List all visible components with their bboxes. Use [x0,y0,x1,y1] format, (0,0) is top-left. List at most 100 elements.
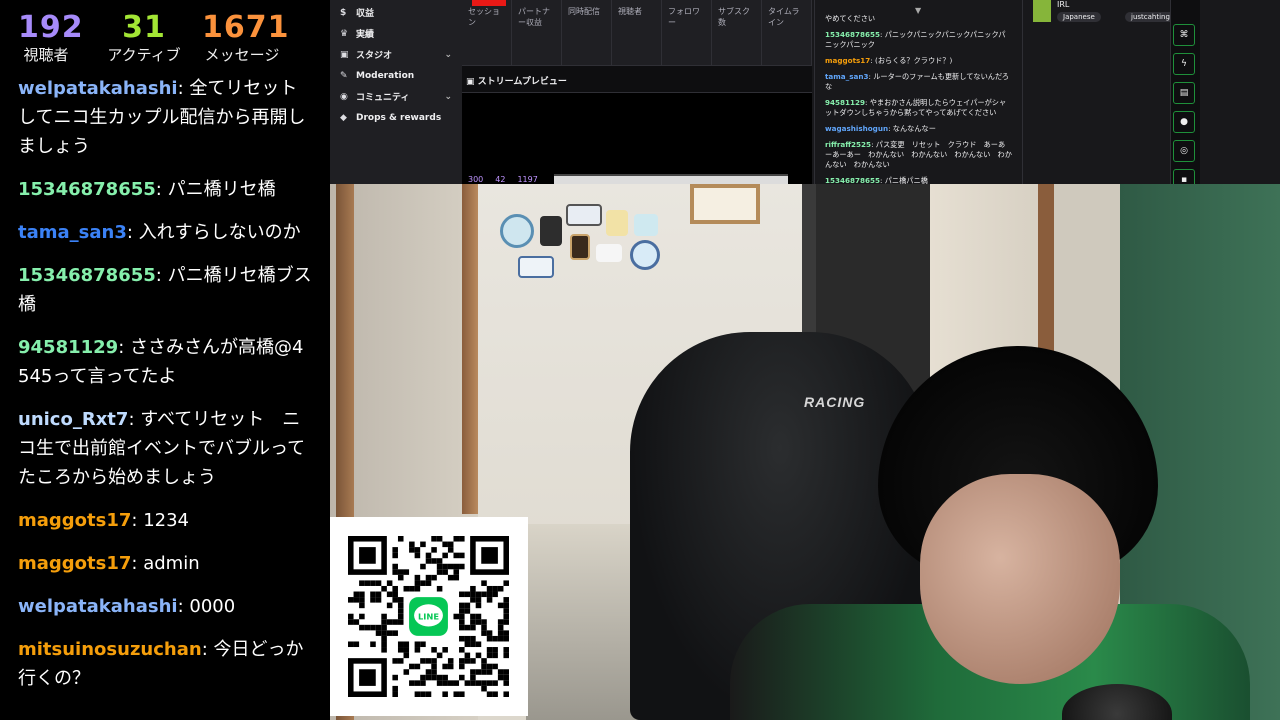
dashboard-chat-username[interactable]: tama_san3 [825,72,868,81]
sidebar-item[interactable]: $ 収益 [330,2,462,23]
qr-module [470,624,476,631]
metric-tab[interactable]: パートナー収益 [512,0,562,65]
qr-module [420,691,426,697]
chat-username[interactable]: maggots17 [18,553,131,574]
qr-module [470,669,476,675]
metric-tab[interactable]: フォロワー [662,0,712,65]
qr-module [486,691,493,697]
chat-message: 94581129: ささみさんが高橋@4545って言ってたよ [18,333,314,391]
sidebar-item[interactable]: ✎ Moderation [330,65,462,86]
qr-module [481,680,487,686]
qr-module [403,585,410,592]
qr-module [464,641,471,648]
qr-module [359,580,365,586]
chat-username[interactable]: maggots17 [18,510,131,531]
qr-module [497,602,504,609]
chat-bubble-icon[interactable]: ● [1173,111,1195,133]
more-icon[interactable]: ▪ [1173,169,1195,184]
qr-module [414,641,421,648]
chat-username[interactable]: 15346878655 [18,179,156,200]
lightning-icon[interactable]: ϟ [1173,53,1195,75]
qr-module [403,569,410,575]
scroll-down-icon[interactable]: ▼ [915,6,921,15]
qr-module [459,608,465,614]
sidebar-item[interactable]: ◉ コミュニティ ⌄ [330,86,462,107]
dashboard-chat-username[interactable]: wagashishogun [825,124,888,133]
chat-username[interactable]: 94581129 [18,337,118,358]
chat-username[interactable]: welpatakahashi [18,596,178,617]
qr-module [397,574,404,581]
qr-module [486,663,493,670]
sidebar-icon: ♛ [340,28,349,39]
chat-separator: : [118,337,130,358]
dashboard-chat-username[interactable]: 15346878655 [825,30,880,39]
dashboard-chat-text: なんなんなー [892,124,936,133]
qr-module [381,613,387,620]
qr-module [370,641,376,648]
clip-icon[interactable]: ⌘ [1173,24,1195,46]
qr-module [397,536,404,542]
metric-tab[interactable]: 視聴者 [612,0,662,65]
sidebar-icon: $ [340,7,347,18]
document-icon[interactable]: ▤ [1173,82,1195,104]
qr-module [470,619,476,625]
dashboard-chat-text: パニ橋パニ橋 [884,176,928,184]
dashboard-chat-username[interactable]: 15346878655 [825,176,880,184]
qr-module [414,647,421,653]
tag-japanese[interactable]: Japanese [1057,12,1101,22]
chat-username[interactable]: 15346878655 [18,265,156,286]
chat-separator: : [126,222,139,243]
chat-username[interactable]: welpatakahashi [18,78,178,99]
dashboard-chat-username[interactable]: 94581129 [825,98,865,107]
metric-tab[interactable]: タイムライン [762,0,812,65]
qr-module [375,630,382,636]
sidebar-item[interactable]: ♛ 実績 [330,23,462,44]
qr-module [397,641,404,648]
qr-module [392,563,398,570]
tag-justcahting[interactable]: justcahting [1125,12,1176,22]
qr-module [425,574,432,581]
chat-username[interactable]: tama_san3 [18,222,127,243]
message-count-label: メッセージ [204,46,280,64]
broadcast-icon[interactable]: ◎ [1173,140,1195,162]
qr-module [359,624,365,631]
qr-module [475,619,482,625]
door-frame-middle [462,184,478,514]
sidebar-item[interactable]: ◆ Drops & rewards [330,107,462,128]
qr-module [503,669,509,675]
qr-module [370,591,376,598]
qr-module [403,669,410,675]
qr-module [447,663,454,670]
sidebar-item-label: Moderation [356,70,415,81]
qr-module [442,569,448,575]
qr-module [442,541,448,548]
qr-module [381,624,387,631]
metric-tab[interactable]: セッション [462,0,512,65]
qr-module [431,663,437,670]
qr-module [459,619,465,625]
qr-module [375,597,382,603]
dashboard-chat-username[interactable]: riffraff2525 [825,140,871,149]
chat-overlay: 192 視聴者 31 アクティブ 1671 メッセージ welpatakahas… [0,0,330,720]
chat-separator: : [177,78,190,99]
metric-tab[interactable]: サブスク数 [712,0,762,65]
dashboard-chat-username[interactable]: maggots17 [825,56,870,65]
qr-module [481,591,487,598]
stream-stats: 192 視聴者 31 アクティブ 1671 メッセージ [0,0,330,72]
qr-module [431,558,437,564]
qr-module [459,658,465,664]
qr-module [470,585,476,592]
qr-module [420,541,426,548]
qr-module [397,597,404,603]
qr-module [392,630,398,636]
sidebar-item-label: 実績 [356,30,375,40]
qr-module [475,680,482,686]
chat-separator: : [128,409,141,430]
qr-module [481,619,487,625]
message-count-value: 1671 [202,10,290,45]
sidebar-item[interactable]: ▣ スタジオ ⌄ [330,44,462,65]
chat-username[interactable]: mitsuinosuzuchan [18,639,202,660]
chat-username[interactable]: unico_Rxt7 [18,409,128,430]
sidebar-icon: ✎ [340,70,348,81]
metric-tab[interactable]: 同時配信 [562,0,612,65]
